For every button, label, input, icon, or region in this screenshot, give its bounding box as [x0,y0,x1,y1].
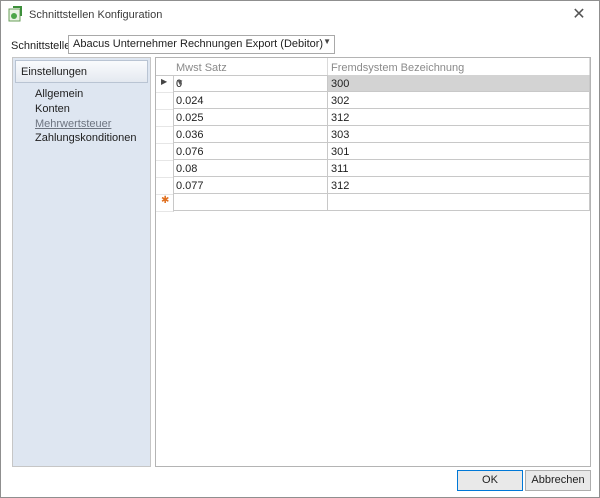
cell-mwst-satz[interactable]: 0.025 [173,109,328,126]
table-row[interactable]: ▶ 0 ▼ 300 [156,75,590,93]
interface-dropdown[interactable]: Abacus Unternehmer Rechnungen Export (De… [68,35,335,54]
cell-mwst-satz[interactable]: 0.024 [173,92,328,109]
column-header-fremdsystem[interactable]: Fremdsystem Bezeichnung [328,58,590,76]
row-indicator-arrow-icon: ▶ [161,77,168,86]
nav-item-mehrwertsteuer[interactable]: Mehrwertsteuer [35,118,111,130]
table-row[interactable]: 0.024 302 [156,92,590,110]
ok-button[interactable]: OK [457,470,523,491]
cell-value: 0.077 [176,180,204,192]
cell-fremdsystem[interactable]: 312 [328,109,590,126]
cell-mwst-satz[interactable]: 0.036 [173,126,328,143]
cell-value: 311 [331,163,349,175]
row-indicator[interactable] [156,126,174,144]
chevron-down-icon: ▼ [323,37,331,46]
cell-value: 312 [331,112,350,124]
nav-item-zahlungskonditionen[interactable]: Zahlungskonditionen [35,132,137,144]
row-indicator[interactable]: ✱ [156,194,174,212]
cell-value: 300 [331,78,350,90]
cell-fremdsystem[interactable]: 312 [328,177,590,194]
cell-value: 301 [331,146,350,158]
cell-value: 0.036 [176,129,204,141]
cell-mwst-satz[interactable]: 0.08 [173,160,328,177]
dialog-window: Schnittstellen Konfiguration ✕ Schnittst… [0,0,600,498]
cell-fremdsystem-new[interactable] [328,194,590,211]
cell-value: 0.08 [176,163,198,175]
row-indicator[interactable] [156,92,174,110]
cell-fremdsystem[interactable]: 302 [328,92,590,109]
cell-mwst-satz[interactable]: 0.076 [173,143,328,160]
settings-navigation: Einstellungen Allgemein Konten Mehrwerts… [12,57,151,467]
chevron-down-icon[interactable]: ▼ [176,78,323,87]
row-indicator[interactable] [156,177,174,195]
row-indicator-header [156,58,174,76]
table-row[interactable]: 0.076 301 [156,143,590,161]
close-icon: ✕ [572,6,586,23]
column-header-label: Fremdsystem Bezeichnung [331,62,465,74]
nav-item-allgemein[interactable]: Allgemein [35,88,83,100]
cell-value: 303 [331,129,350,141]
interface-dropdown-value: Abacus Unternehmer Rechnungen Export (De… [73,38,324,50]
table-row[interactable]: 0.025 312 [156,109,590,127]
column-header-mwst-satz[interactable]: Mwst Satz [173,58,328,76]
title-bar[interactable]: Schnittstellen Konfiguration ✕ [1,1,599,29]
window-title: Schnittstellen Konfiguration [29,9,163,21]
cancel-button[interactable]: Abbrechen [525,470,591,491]
cell-mwst-satz-new[interactable] [173,194,328,211]
cell-fremdsystem[interactable]: 303 [328,126,590,143]
row-indicator[interactable] [156,143,174,161]
cell-fremdsystem[interactable]: 300 [328,75,590,92]
nav-item-konten[interactable]: Konten [35,103,70,115]
table-row[interactable]: 0.077 312 [156,177,590,195]
close-button[interactable]: ✕ [565,4,593,26]
interface-label: Schnittstelle [11,40,71,52]
cell-fremdsystem[interactable]: 311 [328,160,590,177]
row-indicator[interactable]: ▶ [156,75,174,93]
cell-value: 312 [331,180,350,192]
cell-value: 0.076 [176,146,204,158]
cell-value: 302 [331,95,350,107]
table-row[interactable]: 0.036 303 [156,126,590,144]
cell-value: 0.024 [176,95,204,107]
new-row-star-icon: ✱ [161,195,170,206]
row-indicator[interactable] [156,160,174,178]
app-logo-icon [8,6,22,22]
column-header-label: Mwst Satz [176,62,227,74]
new-row[interactable]: ✱ [156,194,590,212]
settings-nav-header[interactable]: Einstellungen [15,60,148,83]
cell-fremdsystem[interactable]: 301 [328,143,590,160]
cell-mwst-satz[interactable]: 0.077 [173,177,328,194]
row-indicator[interactable] [156,109,174,127]
vat-mapping-grid: Mwst Satz Fremdsystem Bezeichnung ▶ 0 ▼ 3… [155,57,591,467]
settings-nav-header-label: Einstellungen [21,66,88,78]
cell-mwst-satz[interactable]: 0 ▼ [173,75,328,92]
cell-value: 0.025 [176,112,204,124]
table-row[interactable]: 0.08 311 [156,160,590,178]
